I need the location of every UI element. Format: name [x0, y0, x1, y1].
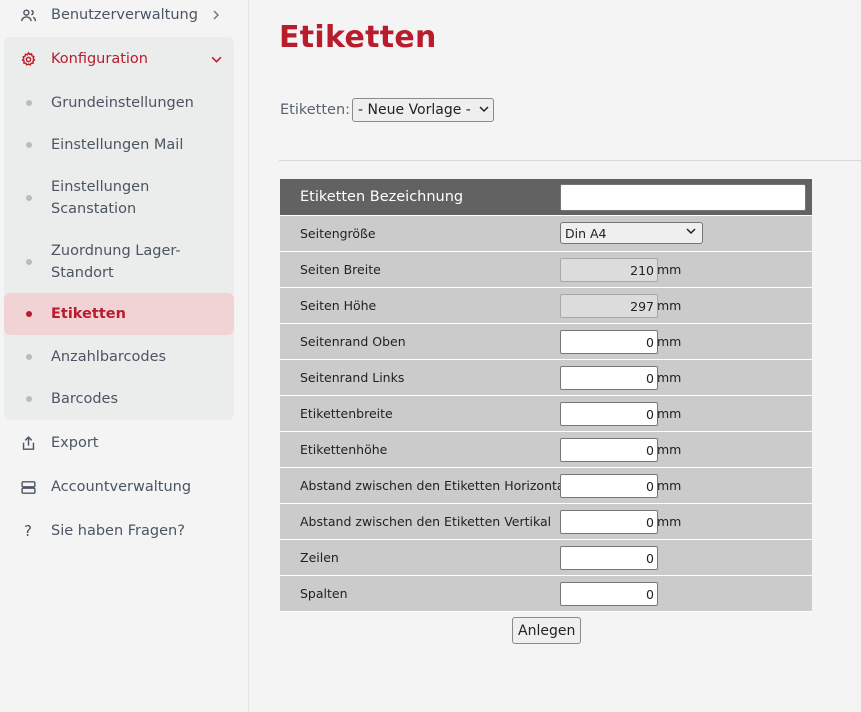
- sidebar-item-anzahlbarcodes[interactable]: Anzahlbarcodes: [4, 346, 234, 368]
- gap-horizontal-input[interactable]: 0: [560, 474, 658, 498]
- anlegen-button[interactable]: Anlegen: [512, 617, 582, 644]
- page-height-field: 297: [560, 294, 658, 318]
- chevron-down-icon: [210, 53, 222, 65]
- chevron-right-icon: [210, 9, 222, 21]
- sidebar-item-label: Anzahlbarcodes: [51, 349, 167, 365]
- page-size-value: Din A4: [565, 225, 607, 241]
- field-label: Etikettenbreite: [300, 406, 393, 421]
- question-mark-icon: ?: [24, 522, 32, 540]
- sidebar-item-barcodes[interactable]: Barcodes: [4, 388, 234, 410]
- unit-label: mm: [657, 406, 682, 421]
- bullet-icon: [26, 195, 32, 201]
- rows-input[interactable]: 0: [560, 546, 658, 570]
- nav-item-benutzerverwaltung[interactable]: Benutzerverwaltung: [4, 0, 234, 35]
- field-label: Seiten Breite: [300, 262, 381, 277]
- bullet-icon: [26, 311, 32, 317]
- name-input[interactable]: [560, 184, 806, 211]
- form-row-seitenrand-links: Seitenrand Links 0 mm: [280, 360, 812, 396]
- nav-label-accountverwaltung: Accountverwaltung: [51, 479, 192, 495]
- form-row-abstand-vertikal: Abstand zwischen den Etiketten Vertikal …: [280, 504, 812, 540]
- form-row-abstand-horizontal: Abstand zwischen den Etiketten Horizonta…: [280, 468, 812, 504]
- form-row-name: Etiketten Bezeichnung: [280, 179, 812, 216]
- page-title: Etiketten: [279, 20, 437, 55]
- nav-item-accountverwaltung[interactable]: Accountverwaltung: [4, 467, 234, 507]
- field-label: Abstand zwischen den Etiketten Vertikal: [300, 514, 552, 529]
- field-label: Spalten: [300, 586, 348, 601]
- columns-input[interactable]: 0: [560, 582, 658, 606]
- template-label: Etiketten:: [280, 102, 351, 118]
- nav-label-konfiguration: Konfiguration: [51, 51, 148, 67]
- field-label: Seitengröße: [300, 226, 376, 241]
- divider: [279, 160, 861, 161]
- nav-label-benutzerverwaltung: Benutzerverwaltung: [51, 7, 198, 23]
- field-label: Etiketten Bezeichnung: [300, 189, 464, 205]
- label-form: Etiketten Bezeichnung Seitengröße Din A4…: [280, 179, 812, 612]
- sidebar-item-label: Zuordnung Lager-Standort: [51, 243, 181, 281]
- nav-label-help: Sie haben Fragen?: [51, 523, 185, 539]
- form-row-zeilen: Zeilen 0: [280, 540, 812, 576]
- field-label: Etikettenhöhe: [300, 442, 388, 457]
- nav-label-export: Export: [51, 435, 99, 451]
- unit-label: mm: [657, 334, 682, 349]
- field-label: Abstand zwischen den Etiketten Horizonta…: [300, 478, 569, 493]
- field-label: Seitenrand Links: [300, 370, 405, 385]
- form-row-spalten: Spalten 0: [280, 576, 812, 612]
- unit-label: mm: [657, 514, 682, 529]
- chevron-down-icon: [479, 105, 489, 116]
- form-row-etikettenbreite: Etikettenbreite 0 mm: [280, 396, 812, 432]
- sidebar-item-zuordnung-lager-standort[interactable]: Zuordnung Lager-Standort: [4, 240, 234, 284]
- template-select[interactable]: - Neue Vorlage -: [352, 98, 494, 122]
- margin-top-input[interactable]: 0: [560, 330, 658, 354]
- field-label: Zeilen: [300, 550, 339, 565]
- form-row-seiten-hoehe: Seiten Höhe 297 mm: [280, 288, 812, 324]
- bullet-icon: [26, 259, 32, 265]
- form-row-seiten-breite: Seiten Breite 210 mm: [280, 252, 812, 288]
- sidebar-item-einstellungen-scanstation[interactable]: Einstellungen Scanstation: [4, 176, 234, 220]
- gear-icon: [19, 50, 37, 68]
- sidebar-item-label: Einstellungen Scanstation: [51, 179, 150, 217]
- unit-label: mm: [657, 442, 682, 457]
- chevron-down-icon: [686, 228, 696, 238]
- unit-label: mm: [657, 478, 682, 493]
- unit-label: mm: [657, 262, 682, 277]
- label-width-input[interactable]: 0: [560, 402, 658, 426]
- users-icon: [19, 6, 37, 24]
- unit-label: mm: [657, 370, 682, 385]
- label-height-input[interactable]: 0: [560, 438, 658, 462]
- bullet-icon: [26, 396, 32, 402]
- template-select-value: - Neue Vorlage -: [358, 102, 471, 118]
- field-label: Seitenrand Oben: [300, 334, 406, 349]
- unit-label: mm: [657, 298, 682, 313]
- gap-vertical-input[interactable]: 0: [560, 510, 658, 534]
- sidebar-item-label: Etiketten: [51, 306, 126, 322]
- sidebar-item-etiketten[interactable]: Etiketten: [4, 293, 234, 335]
- sidebar-item-grundeinstellungen[interactable]: Grundeinstellungen: [4, 92, 234, 114]
- form-row-page-size: Seitengröße Din A4: [280, 216, 812, 252]
- bullet-icon: [26, 100, 32, 106]
- sidebar-item-einstellungen-mail[interactable]: Einstellungen Mail: [4, 134, 234, 156]
- sidebar-item-label: Grundeinstellungen: [51, 95, 194, 111]
- nav-item-konfiguration[interactable]: Konfiguration: [4, 39, 234, 79]
- sidebar: Benutzerverwaltung Konfiguration Grundei…: [0, 0, 249, 712]
- form-row-etikettenhoehe: Etikettenhöhe 0 mm: [280, 432, 812, 468]
- sidebar-item-label: Barcodes: [51, 391, 118, 407]
- server-icon: [19, 478, 37, 496]
- template-row: Etiketten: - Neue Vorlage -: [280, 98, 494, 122]
- bullet-icon: [26, 142, 32, 148]
- share-icon: [19, 434, 37, 452]
- sidebar-item-label: Einstellungen Mail: [51, 137, 184, 153]
- margin-left-input[interactable]: 0: [560, 366, 658, 390]
- main-content: Etiketten Etiketten: - Neue Vorlage - Et…: [250, 0, 861, 712]
- page-size-select[interactable]: Din A4: [560, 222, 703, 244]
- bullet-icon: [26, 354, 32, 360]
- form-row-seitenrand-oben: Seitenrand Oben 0 mm: [280, 324, 812, 360]
- nav-item-help[interactable]: ? Sie haben Fragen?: [4, 511, 234, 551]
- page-width-field: 210: [560, 258, 658, 282]
- field-label: Seiten Höhe: [300, 298, 377, 313]
- nav-item-export[interactable]: Export: [4, 423, 234, 463]
